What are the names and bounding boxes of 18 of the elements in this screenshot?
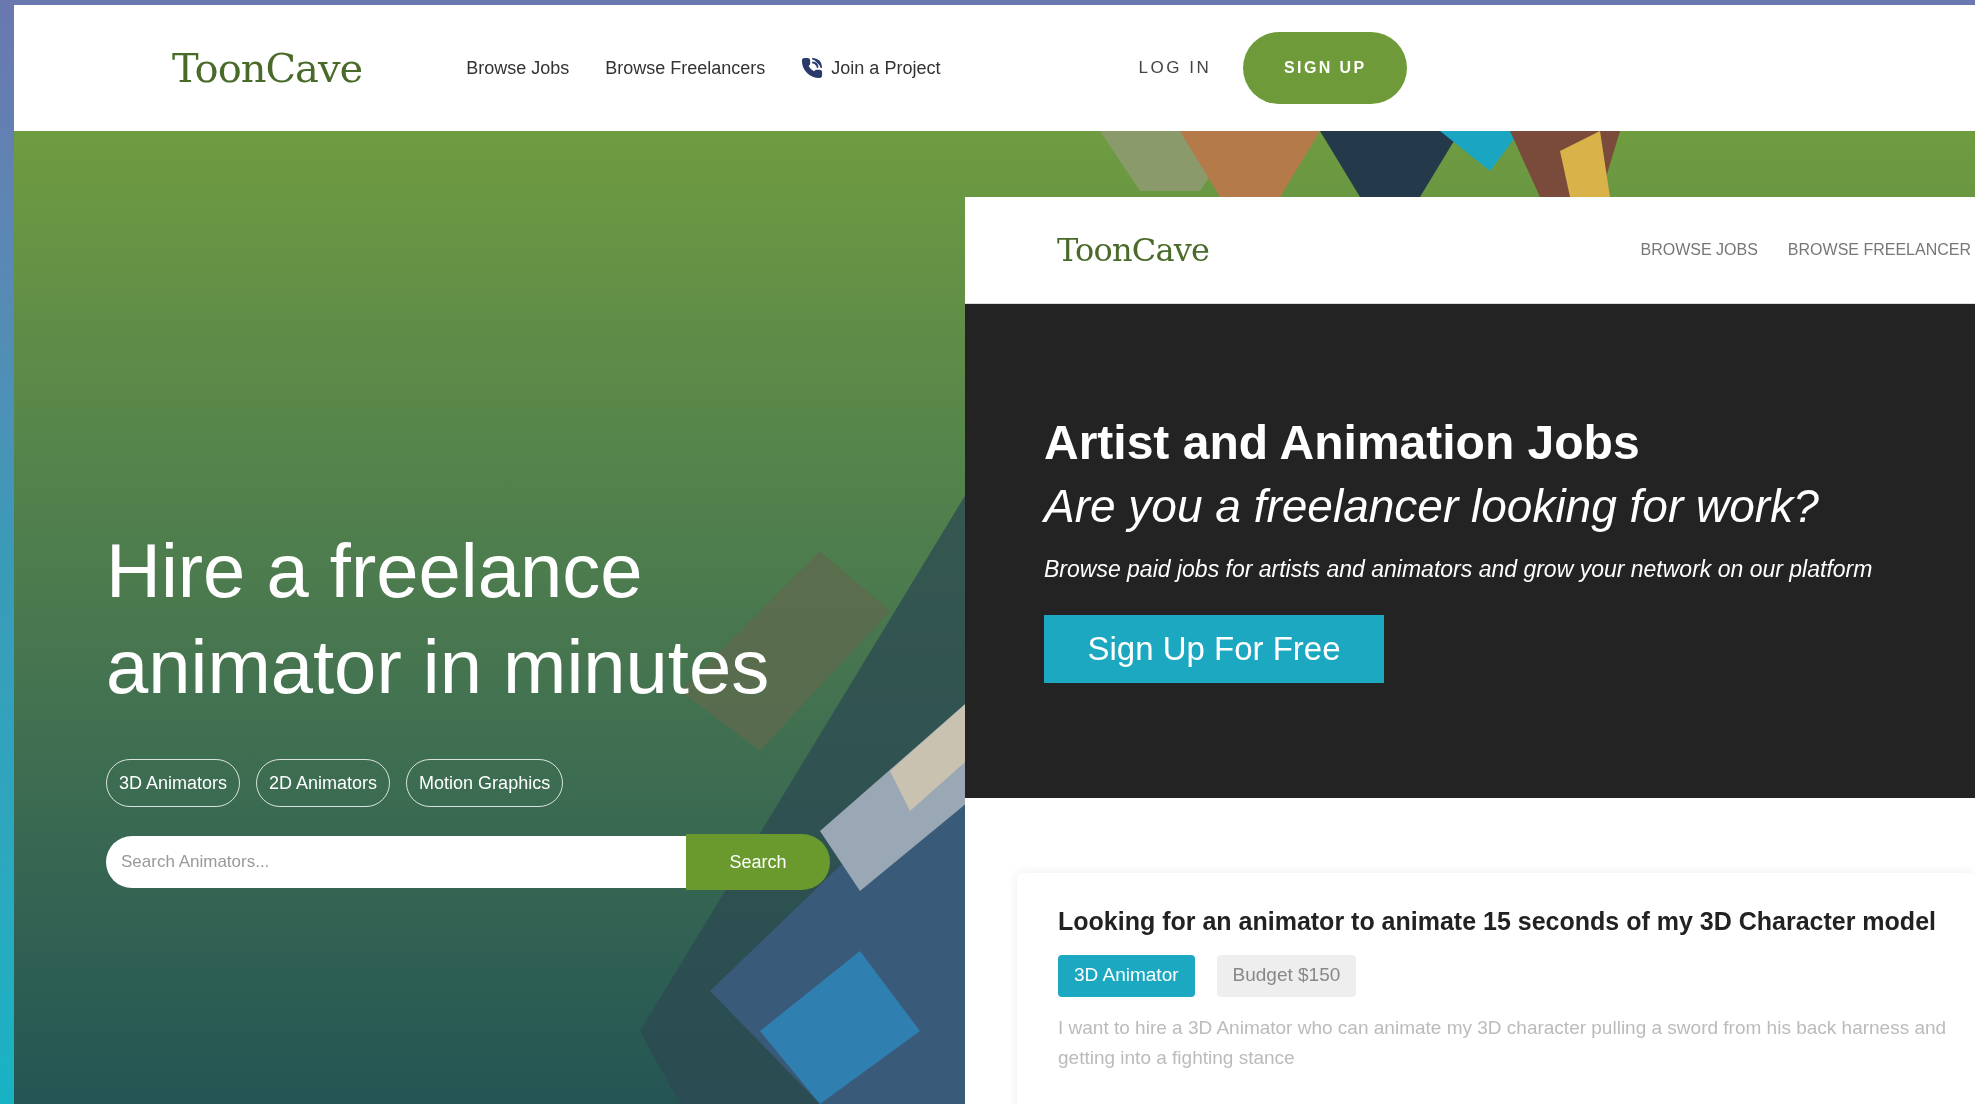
search-field[interactable]: Search Animators... [106,836,686,888]
budget-tag: Budget $150 [1216,954,1357,997]
hero-title: Hire a freelance animator in minutes [106,527,770,711]
nav-link[interactable]: Browse Freelancers [605,54,766,82]
job-title: Looking for an animator to animate 15 seconds of my 3D Character model [1058,906,1937,937]
banner-text: Browse paid jobs for artists and animators and grow your network on our platform [1044,555,1874,584]
nav-link[interactable]: Join a Project [801,54,941,82]
logo[interactable]: ToonCave [172,38,363,98]
banner-heading: Artist and Animation Jobs [1044,415,1641,471]
search-button[interactable]: Search [686,834,830,890]
login-link[interactable]: LOG IN [1138,55,1212,81]
nav-link[interactable]: Browse Jobs [466,54,570,82]
logo: ToonCave [1057,230,1210,271]
job-description: I want to hire a 3D Animator who can animate my 3D character pulling a sword from his back harness and getting into a fighting stance [1058,1015,1948,1070]
phone-icon [801,57,824,79]
signup-button[interactable]: SIGN UP [1243,32,1408,104]
category-tag: 3D Animator [1058,954,1195,997]
banner-subheading: Are you a freelancer looking for work? [1044,479,1820,534]
